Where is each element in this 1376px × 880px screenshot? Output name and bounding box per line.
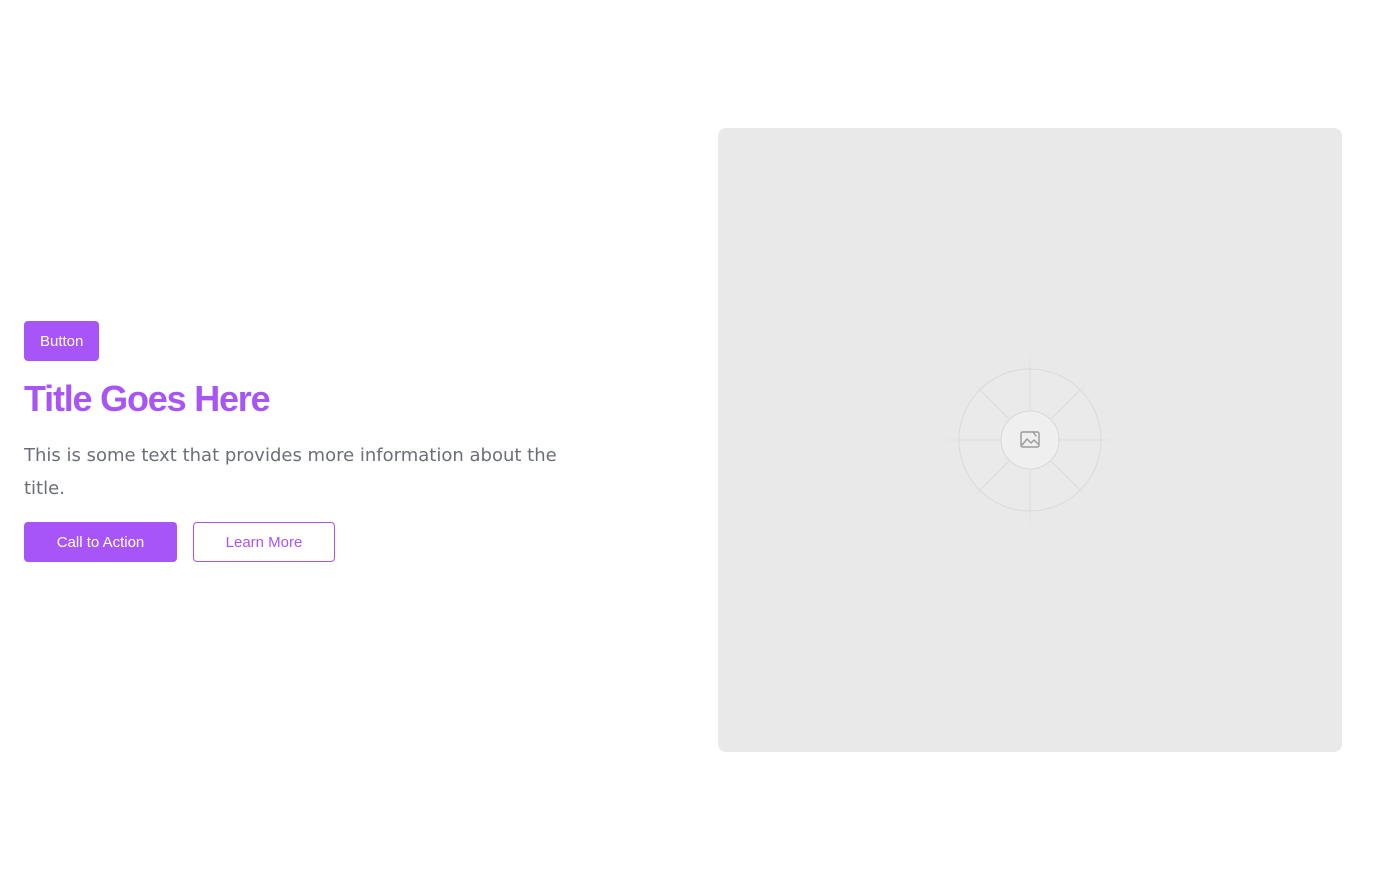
image-placeholder: [718, 128, 1342, 752]
badge-button[interactable]: Button: [24, 321, 100, 361]
hero-title: Title Goes Here: [24, 378, 271, 419]
hero-actions: Call to Action Learn More: [24, 522, 624, 562]
hero-description: This is some text that provides more inf…: [24, 445, 557, 499]
call-to-action-button[interactable]: Call to Action: [24, 522, 177, 562]
hero-section: Button Title Goes Here This is some text…: [0, 0, 1376, 880]
learn-more-button[interactable]: Learn More: [193, 522, 335, 562]
placeholder-graphic: [930, 340, 1130, 540]
hero-content: Button Title Goes Here This is some text…: [24, 321, 624, 562]
inner-circle: [1000, 410, 1060, 470]
